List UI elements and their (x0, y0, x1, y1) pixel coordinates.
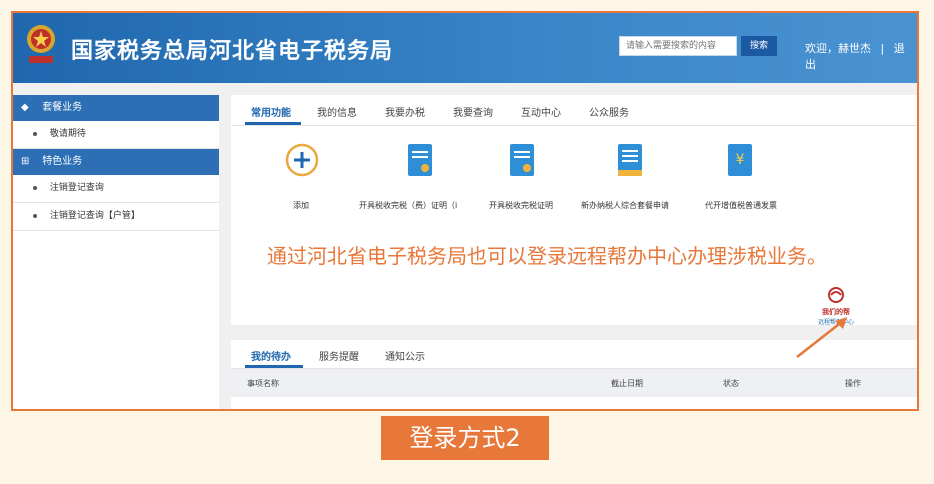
column-header-status: 状态 (723, 379, 739, 388)
tax-payment-certificate-shortcut[interactable] (407, 143, 433, 181)
header-separator: | (880, 42, 885, 55)
new-taxpayer-package-shortcut[interactable] (617, 143, 643, 181)
tab-handle-tax[interactable]: 我要办税 (385, 104, 425, 119)
sidebar-item-deregistration-query[interactable]: 注销登记查询 (13, 175, 219, 203)
column-header-deadline: 截止日期 (611, 379, 643, 388)
tab-my-info[interactable]: 我的信息 (317, 104, 357, 119)
column-header-actions: 操作 (845, 379, 861, 388)
document-icon (510, 144, 534, 176)
sidebar: ◆ 套餐业务 敬请期待 ⊞ 特色业务 注销登记查询 注销登记查询【户管】 (13, 95, 219, 409)
grid-icon: ⊞ (21, 156, 30, 167)
invoice-icon: ¥ (728, 144, 752, 176)
add-icon (285, 143, 319, 177)
add-shortcut[interactable] (285, 143, 319, 181)
svg-text:¥: ¥ (736, 152, 745, 168)
functions-panel: 常用功能 我的信息 我要办税 我要查询 互动中心 公众服务 添加 开具税收完税（… (231, 95, 917, 326)
pointer-arrow-icon (796, 317, 847, 358)
site-header: 国家税务总局河北省电子税务局 搜索 欢迎，赫世杰 | 退出 (13, 13, 917, 83)
sidebar-item-coming-soon[interactable]: 敬请期待 (13, 121, 219, 149)
sidebar-item-label: 敬请期待 (49, 129, 86, 139)
vat-invoice-shortcut[interactable]: ¥ (727, 143, 753, 181)
function-label: 开具税收完税（费）证明（i (359, 201, 458, 210)
sidebar-item-label: 注销登记查询 (49, 183, 104, 193)
sidebar-item-deregistration-query-household[interactable]: 注销登记查询【户管】 (13, 203, 219, 231)
function-label: 新办纳税人综合套餐申请 (581, 201, 669, 210)
active-tab-indicator (245, 365, 303, 368)
function-label: 开具税收完税证明 (489, 201, 553, 210)
tab-common-functions[interactable]: 常用功能 (251, 104, 291, 119)
column-header-item-name: 事项名称 (247, 379, 279, 388)
bullet-icon (33, 185, 37, 190)
sidebar-section-label: 特色业务 (42, 156, 83, 167)
sidebar-section-special[interactable]: ⊞ 特色业务 (13, 149, 219, 175)
site-title: 国家税务总局河北省电子税务局 (71, 39, 394, 64)
bullet-icon (33, 131, 37, 136)
bullet-icon (33, 213, 37, 218)
main-tabs: 常用功能 我的信息 我要办税 我要查询 互动中心 公众服务 (231, 95, 917, 126)
tax-certificate-shortcut[interactable] (509, 143, 535, 181)
remote-center-icon (828, 287, 844, 303)
sidebar-section-label: 套餐业务 (42, 102, 83, 113)
sidebar-item-label: 注销登记查询【户管】 (49, 211, 140, 221)
tab-service-reminder[interactable]: 服务提醒 (319, 348, 359, 363)
function-label: 代开增值税普通发票 (705, 201, 777, 210)
todo-table-header: 事项名称 截止日期 状态 操作 (231, 369, 917, 397)
search-button[interactable]: 搜索 (741, 36, 777, 56)
browser-frame: 国家税务总局河北省电子税务局 搜索 欢迎，赫世杰 | 退出 ◆ 套餐业务 敬请期… (11, 11, 919, 411)
user-info: 欢迎，赫世杰 | 退出 (805, 40, 917, 72)
function-label: 添加 (293, 201, 309, 210)
tab-notices[interactable]: 通知公示 (385, 348, 425, 363)
search-input[interactable] (619, 36, 737, 56)
active-tab-indicator (245, 122, 301, 125)
tab-public-service[interactable]: 公众服务 (589, 104, 629, 119)
login-method-caption: 登录方式2 (381, 416, 549, 460)
document-icon (408, 144, 432, 176)
tab-query[interactable]: 我要查询 (453, 104, 493, 119)
tab-my-todo[interactable]: 我的待办 (251, 348, 291, 363)
tab-interaction-center[interactable]: 互动中心 (521, 104, 561, 119)
welcome-text: 欢迎，赫世杰 (805, 42, 871, 55)
announcement-text: 通过河北省电子税务局也可以登录远程帮办中心办理涉税业务。 (267, 244, 827, 268)
package-icon: ◆ (21, 102, 29, 113)
sidebar-section-package[interactable]: ◆ 套餐业务 (13, 95, 219, 121)
form-icon (618, 144, 642, 176)
tax-emblem-icon (27, 25, 55, 63)
